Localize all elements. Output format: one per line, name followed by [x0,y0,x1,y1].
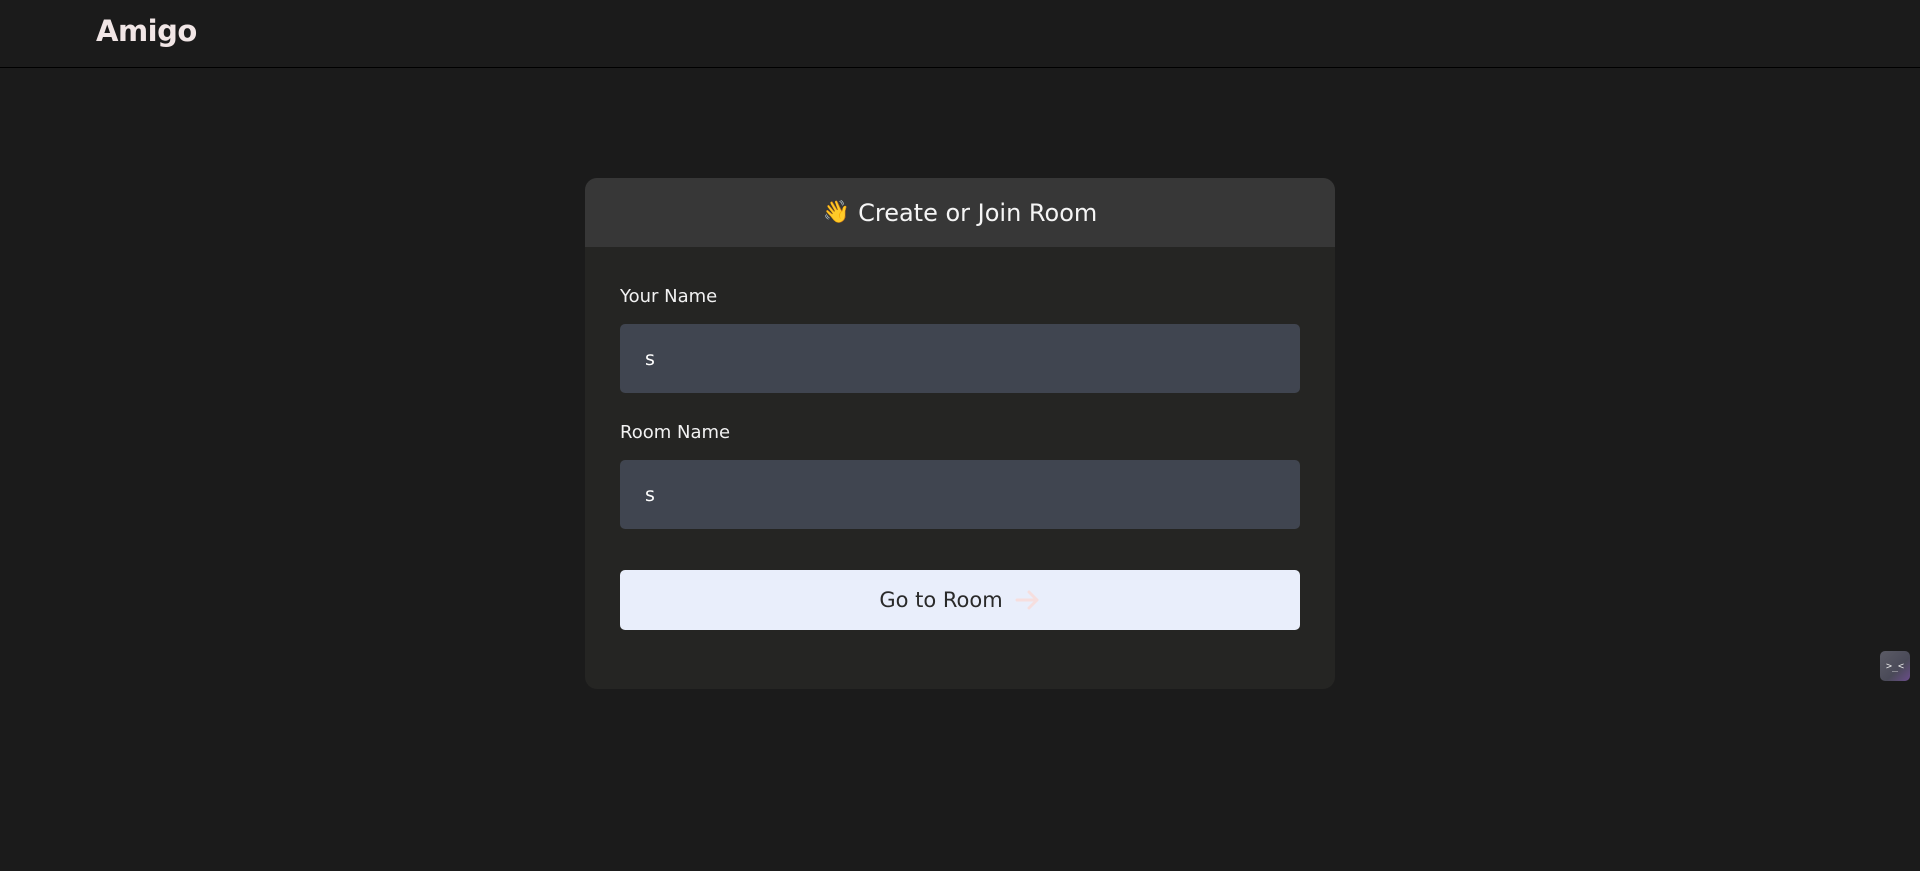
create-join-room-card: 👋 Create or Join Room Your Name Room Nam… [585,178,1335,689]
room-name-input[interactable] [620,460,1300,529]
helper-widget-glyph: >_< [1885,660,1905,672]
card-header: 👋 Create or Join Room [585,178,1335,247]
room-name-label: Room Name [620,422,731,443]
waving-hand-icon: 👋 [822,199,851,225]
helper-widget-face-icon[interactable]: >_< [1880,651,1910,681]
top-navbar: Amigo [0,0,1920,68]
go-to-room-label: Go to Room [879,588,1003,612]
arrow-right-icon [1015,590,1041,610]
card-title: Create or Join Room [858,198,1098,227]
your-name-label: Your Name [620,286,718,307]
your-name-input[interactable] [620,324,1300,393]
go-to-room-button[interactable]: Go to Room [620,570,1300,630]
brand-logo[interactable]: Amigo [96,14,197,48]
